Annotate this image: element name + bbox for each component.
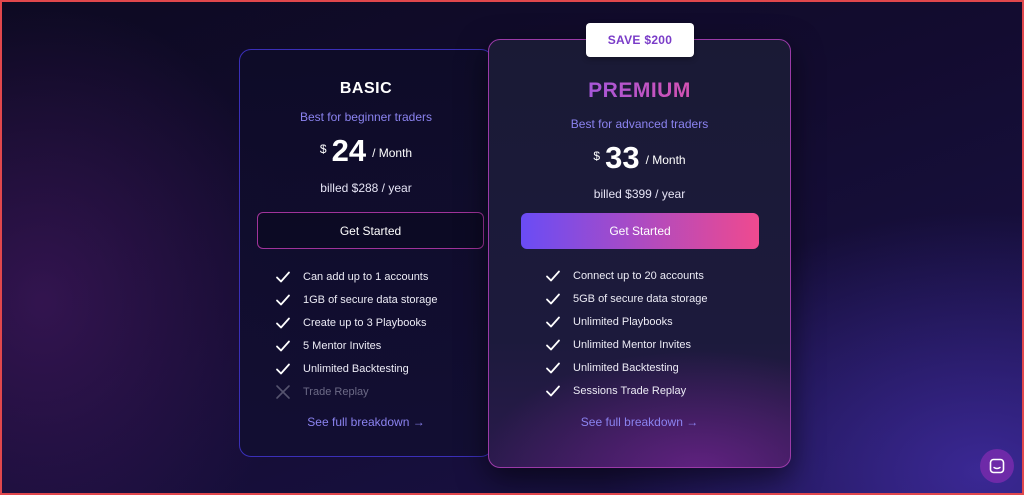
feature-label: Unlimited Backtesting — [573, 361, 679, 374]
feature-item: Unlimited Backtesting — [275, 357, 438, 380]
get-started-button[interactable]: Get Started — [521, 213, 759, 249]
price: $ 24 / Month — [240, 133, 492, 168]
check-icon — [276, 317, 290, 328]
price-period: / Month — [372, 146, 413, 160]
check-icon — [546, 362, 560, 373]
price-amount: 33 — [605, 140, 640, 175]
feature-item: Unlimited Backtesting — [545, 356, 708, 379]
feature-list: Connect up to 20 accounts 5GB of secure … — [545, 264, 708, 402]
feature-item: Connect up to 20 accounts — [545, 264, 708, 287]
feature-label: Unlimited Backtesting — [303, 362, 409, 375]
billing-note: billed $288 / year — [320, 181, 412, 195]
feature-item: 1GB of secure data storage — [275, 288, 438, 311]
check-icon — [546, 339, 560, 350]
check-icon — [276, 363, 290, 374]
get-started-button[interactable]: Get Started — [257, 212, 484, 249]
feature-label: 5 Mentor Invites — [303, 339, 382, 352]
feature-item: 5GB of secure data storage — [545, 287, 708, 310]
feature-label: 5GB of secure data storage — [573, 292, 708, 305]
feature-item: Unlimited Mentor Invites — [545, 333, 708, 356]
feature-label: Create up to 3 Playbooks — [303, 316, 427, 329]
save-badge: SAVE $200 — [586, 23, 694, 57]
plan-title: PREMIUM — [489, 79, 790, 103]
feature-item: Sessions Trade Replay — [545, 379, 708, 402]
feature-item: 5 Mentor Invites — [275, 334, 438, 357]
price: $ 33 / Month — [489, 140, 790, 175]
check-icon — [276, 271, 290, 282]
feature-label: Sessions Trade Replay — [573, 384, 687, 397]
feature-label: Can add up to 1 accounts — [303, 270, 429, 283]
premium-plan-card: PREMIUM Best for advanced traders $ 33 /… — [488, 39, 791, 468]
cross-icon — [276, 384, 290, 399]
feature-item: Can add up to 1 accounts — [275, 265, 438, 288]
pricing-page: BASIC Best for beginner traders $ 24 / M… — [0, 0, 1024, 495]
currency-symbol: $ — [593, 149, 601, 163]
check-icon — [276, 294, 290, 305]
feature-item: Create up to 3 Playbooks — [275, 311, 438, 334]
feature-label: Unlimited Mentor Invites — [573, 338, 691, 351]
see-full-breakdown-link[interactable]: See full breakdown → — [240, 415, 492, 429]
plan-subtitle: Best for advanced traders — [570, 117, 709, 131]
billing-note: billed $399 / year — [593, 187, 686, 201]
plan-title: BASIC — [339, 80, 393, 97]
see-full-breakdown-link[interactable]: See full breakdown → — [489, 415, 790, 429]
check-icon — [546, 293, 560, 304]
feature-label: Unlimited Playbooks — [573, 315, 673, 328]
chat-icon — [989, 458, 1005, 474]
feature-item: Trade Replay — [275, 380, 438, 403]
price-period: / Month — [645, 153, 686, 167]
feature-item: Unlimited Playbooks — [545, 310, 708, 333]
check-icon — [546, 270, 560, 281]
check-icon — [546, 385, 560, 396]
feature-label: Trade Replay — [303, 385, 369, 398]
basic-plan-card: BASIC Best for beginner traders $ 24 / M… — [239, 49, 493, 457]
feature-label: Connect up to 20 accounts — [573, 269, 704, 282]
currency-symbol: $ — [319, 142, 327, 156]
price-amount: 24 — [331, 133, 367, 168]
chat-launcher-button[interactable] — [980, 449, 1014, 483]
feature-label: 1GB of secure data storage — [303, 293, 438, 306]
check-icon — [546, 316, 560, 327]
check-icon — [276, 340, 290, 351]
plan-subtitle: Best for beginner traders — [299, 110, 433, 124]
feature-list: Can add up to 1 accounts 1GB of secure d… — [275, 265, 438, 403]
